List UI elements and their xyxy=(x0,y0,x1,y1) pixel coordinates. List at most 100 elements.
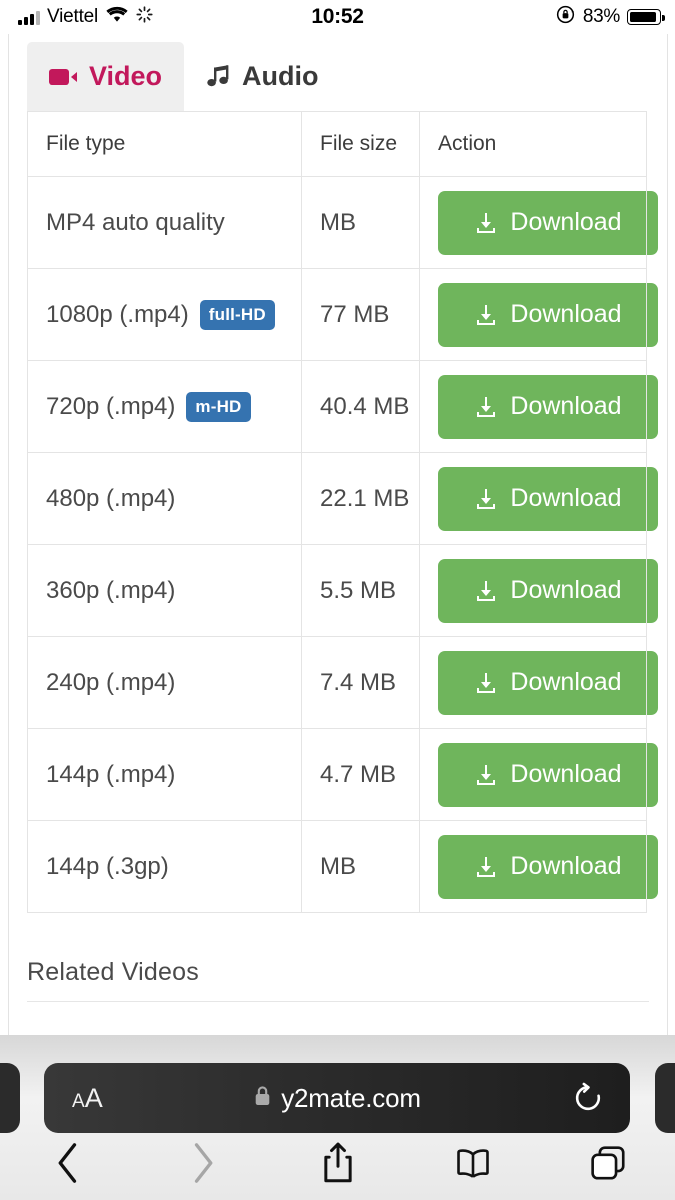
lock-icon xyxy=(253,1085,272,1112)
related-videos-title: Related Videos xyxy=(27,958,199,986)
cell-action: Download xyxy=(419,820,658,913)
table-row: 1080p (.mp4) full-HD 77 MB Download xyxy=(27,268,658,361)
download-button-label: Download xyxy=(510,760,622,788)
cell-action: Download xyxy=(419,268,658,361)
table-row: MP4 auto quality MB Download xyxy=(27,176,658,269)
cell-file-size: 22.1 MB xyxy=(301,452,420,545)
battery-icon xyxy=(627,9,665,25)
file-type-label: MP4 auto quality xyxy=(46,208,225,236)
table-row: 144p (.mp4) 4.7 MB Download xyxy=(27,728,658,821)
download-button-label: Download xyxy=(510,392,622,420)
tab-video-label: Video xyxy=(89,61,163,91)
table-body: MP4 auto quality MB Download 1080p (.mp4… xyxy=(27,176,658,913)
table-row: 480p (.mp4) 22.1 MB Download xyxy=(27,452,658,545)
download-icon xyxy=(474,303,498,327)
download-icon xyxy=(474,395,498,419)
cell-file-size: 77 MB xyxy=(301,268,420,361)
cell-action: Download xyxy=(419,452,658,545)
file-type-label: 480p (.mp4) xyxy=(46,484,176,512)
safari-bottom-chrome: AA y2mate.com xyxy=(0,1035,675,1200)
download-button-label: Download xyxy=(510,852,622,880)
previous-tab-peek[interactable] xyxy=(0,1063,20,1133)
table-row: 360p (.mp4) 5.5 MB Download xyxy=(27,544,658,637)
cell-file-type: 144p (.mp4) xyxy=(27,728,302,821)
download-button-label: Download xyxy=(510,208,622,236)
file-type-label: 240p (.mp4) xyxy=(46,668,176,696)
download-button-label: Download xyxy=(510,300,622,328)
video-camera-icon xyxy=(49,66,79,88)
related-videos-section: Related Videos xyxy=(27,958,649,1002)
download-icon xyxy=(474,579,498,603)
cell-action: Download xyxy=(419,544,658,637)
file-type-label: 720p (.mp4) xyxy=(46,392,176,420)
download-button[interactable]: Download xyxy=(438,742,658,807)
cell-action: Download xyxy=(419,360,658,453)
cell-action: Download xyxy=(419,176,658,269)
cell-file-type: 480p (.mp4) xyxy=(27,452,302,545)
rotation-lock-icon xyxy=(555,4,576,30)
file-type-label: 1080p (.mp4) xyxy=(46,300,189,328)
download-icon xyxy=(474,855,498,879)
download-button-label: Download xyxy=(510,668,622,696)
back-button[interactable] xyxy=(0,1141,135,1190)
cell-file-size: 7.4 MB xyxy=(301,636,420,729)
tab-audio[interactable]: Audio xyxy=(184,42,340,111)
tab-audio-label: Audio xyxy=(242,61,319,91)
download-icon xyxy=(474,671,498,695)
download-icon xyxy=(474,763,498,787)
download-button[interactable]: Download xyxy=(438,282,658,347)
forward-icon xyxy=(188,1141,218,1190)
download-button[interactable]: Download xyxy=(438,190,658,255)
table-row: 720p (.mp4) m-HD 40.4 MB Download xyxy=(27,360,658,453)
tab-video[interactable]: Video xyxy=(27,42,185,111)
cell-file-type: 1080p (.mp4) full-HD xyxy=(27,268,302,361)
cell-file-type: MP4 auto quality xyxy=(27,176,302,269)
column-header-file-type: File type xyxy=(27,111,302,177)
cell-file-size: MB xyxy=(301,176,420,269)
table-header-row: File type File size Action xyxy=(27,111,647,177)
next-tab-peek[interactable] xyxy=(655,1063,675,1133)
cell-file-size: 5.5 MB xyxy=(301,544,420,637)
bookmarks-icon xyxy=(454,1143,492,1188)
download-button[interactable]: Download xyxy=(438,374,658,439)
download-icon xyxy=(474,487,498,511)
music-note-icon xyxy=(206,64,232,89)
cell-file-size: 40.4 MB xyxy=(301,360,420,453)
cell-file-type: 720p (.mp4) m-HD xyxy=(27,360,302,453)
back-icon xyxy=(53,1141,83,1190)
cell-file-size: 4.7 MB xyxy=(301,728,420,821)
table-row: 144p (.3gp) MB Download xyxy=(27,820,658,913)
forward-button[interactable] xyxy=(135,1141,270,1190)
battery-percent-label: 83% xyxy=(582,6,620,27)
download-button-label: Download xyxy=(510,576,622,604)
download-button[interactable]: Download xyxy=(438,650,658,715)
tabs-button[interactable] xyxy=(540,1143,675,1188)
file-type-label: 360p (.mp4) xyxy=(46,576,176,604)
download-button[interactable]: Download xyxy=(438,558,658,623)
quality-badge: full-HD xyxy=(199,299,275,330)
table-row: 240p (.mp4) 7.4 MB Download xyxy=(27,636,658,729)
share-button[interactable] xyxy=(270,1141,405,1190)
address-bar[interactable]: AA y2mate.com xyxy=(44,1063,630,1133)
column-header-file-size: File size xyxy=(301,111,420,177)
download-button-label: Download xyxy=(510,484,622,512)
download-options-table: File type File size Action MP4 auto qual… xyxy=(27,111,658,913)
url-bar-row: AA y2mate.com xyxy=(0,1049,675,1133)
cell-file-type: 144p (.3gp) xyxy=(27,820,302,913)
file-type-label: 144p (.3gp) xyxy=(46,852,169,880)
section-divider xyxy=(27,1001,649,1002)
tabs-icon xyxy=(590,1143,626,1188)
share-icon xyxy=(321,1141,355,1190)
download-button[interactable]: Download xyxy=(438,466,658,531)
download-button[interactable]: Download xyxy=(438,834,658,899)
safari-toolbar xyxy=(0,1131,675,1200)
cell-file-type: 360p (.mp4) xyxy=(27,544,302,637)
download-icon xyxy=(474,211,498,235)
bookmarks-button[interactable] xyxy=(405,1143,540,1188)
column-header-action: Action xyxy=(419,111,647,177)
url-text: y2mate.com xyxy=(281,1082,421,1113)
cell-file-size: MB xyxy=(301,820,420,913)
cell-action: Download xyxy=(419,636,658,729)
reload-button[interactable] xyxy=(572,1082,604,1114)
ios-status-bar: Viettel 10:52 83% xyxy=(0,0,675,34)
